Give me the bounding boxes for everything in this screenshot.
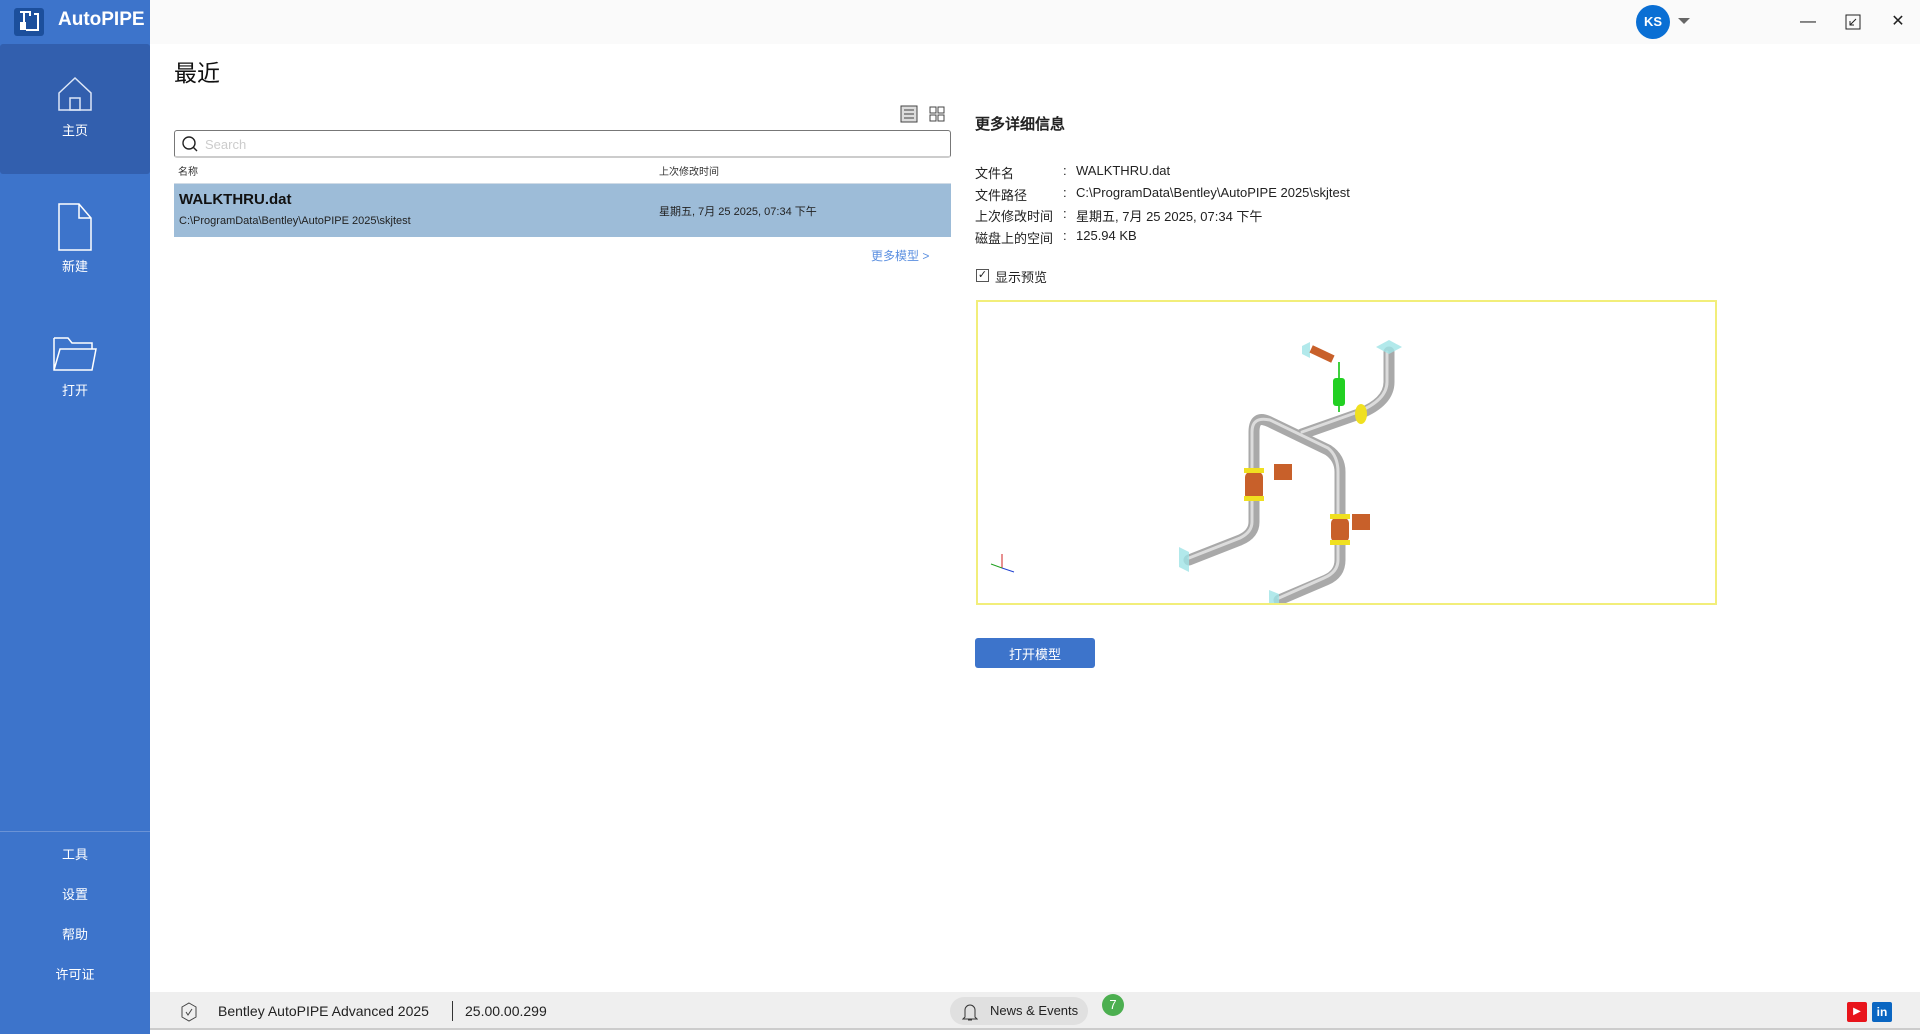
- sidebar-item-license[interactable]: 许可证: [0, 964, 150, 983]
- detail-value: WALKTHRU.dat: [1076, 163, 1171, 178]
- news-events-label: News & Events: [990, 1003, 1079, 1018]
- axis-triad-icon: [990, 554, 1015, 573]
- more-models-link[interactable]: 更多模型 >: [871, 247, 929, 264]
- sidebar-item-label: 主页: [61, 123, 88, 138]
- details-title: 更多详细信息: [975, 116, 1066, 133]
- page-title: 最近: [174, 60, 220, 86]
- file-name: WALKTHRU.dat: [179, 191, 292, 208]
- autopipe-logo-icon: [14, 8, 44, 36]
- list-view-button[interactable]: [900, 105, 918, 123]
- detail-key: 文件名: [975, 166, 1015, 181]
- search-icon: [182, 136, 198, 152]
- bell-icon: [962, 1004, 978, 1021]
- file-path: C:\ProgramData\Bentley\AutoPIPE 2025\skj…: [179, 215, 411, 227]
- sidebar-item-open[interactable]: 打开: [0, 304, 150, 434]
- sidebar-item-help[interactable]: 帮助: [0, 924, 150, 943]
- detail-key: 上次修改时间: [975, 209, 1054, 224]
- new-file-icon: [58, 203, 92, 251]
- detail-value: 125.94 KB: [1076, 228, 1137, 243]
- column-header-modified[interactable]: 上次修改时间: [659, 163, 719, 178]
- user-avatar[interactable]: KS: [1636, 5, 1670, 39]
- detail-key: 文件路径: [975, 188, 1028, 203]
- status-bar: Bentley AutoPIPE Advanced 2025 25.00.00.…: [150, 992, 1920, 1030]
- sidebar-item-settings[interactable]: 设置: [0, 884, 150, 903]
- news-events-button[interactable]: News & Events: [950, 997, 1088, 1025]
- user-menu-chevron-down-icon[interactable]: [1678, 18, 1690, 24]
- sidebar-item-new[interactable]: 新建: [0, 174, 150, 304]
- detail-value: C:\ProgramData\Bentley\AutoPIPE 2025\skj…: [1076, 185, 1350, 200]
- detail-separator: :: [1063, 163, 1067, 178]
- sidebar-divider: [0, 831, 150, 832]
- restore-icon: [1845, 14, 1861, 30]
- sidebar-item-label: 打开: [61, 383, 88, 398]
- restore-button[interactable]: [1841, 10, 1865, 34]
- detail-separator: :: [1063, 228, 1067, 243]
- home-icon: [58, 76, 92, 111]
- table-row[interactable]: WALKTHRU.dat C:\ProgramData\Bentley\Auto…: [174, 183, 951, 237]
- sidebar: AutoPIPE 主页 新建 打开 工具 设置 帮助 许可证: [0, 0, 150, 1034]
- model-preview: [976, 300, 1717, 606]
- open-model-button[interactable]: 打开模型: [975, 638, 1095, 668]
- minimize-button[interactable]: —: [1796, 10, 1820, 34]
- show-preview-checkbox[interactable]: ✓: [976, 269, 989, 282]
- detail-separator: :: [1063, 206, 1067, 221]
- sidebar-item-home[interactable]: 主页: [0, 44, 150, 174]
- product-version: 25.00.00.299: [465, 1003, 547, 1019]
- linkedin-icon[interactable]: in: [1872, 1002, 1892, 1022]
- list-view-icon: [900, 105, 918, 123]
- pipe-model-image: [990, 340, 1402, 606]
- detail-value: 星期五, 7月 25 2025, 07:34 下午: [1076, 209, 1263, 224]
- detail-key: 磁盘上的空间: [975, 231, 1054, 246]
- column-header-name[interactable]: 名称: [178, 163, 198, 178]
- search-box: [174, 130, 951, 158]
- grid-view-icon: [929, 106, 945, 122]
- grid-view-button[interactable]: [928, 105, 946, 123]
- youtube-icon[interactable]: ▶: [1847, 1002, 1867, 1022]
- product-name: Bentley AutoPIPE Advanced 2025: [218, 1003, 429, 1019]
- close-button[interactable]: ✕: [1886, 10, 1910, 34]
- file-modified: 星期五, 7月 25 2025, 07:34 下午: [659, 206, 817, 218]
- app-title: AutoPIPE: [58, 9, 145, 30]
- sidebar-item-label: 新建: [61, 259, 88, 274]
- folder-icon: [53, 337, 97, 371]
- search-input[interactable]: [205, 135, 925, 153]
- verified-shield-icon: [181, 1002, 197, 1022]
- detail-separator: :: [1063, 185, 1067, 200]
- show-preview-label[interactable]: 显示预览: [995, 267, 1047, 286]
- news-count-badge: 7: [1102, 994, 1124, 1016]
- sidebar-item-tools[interactable]: 工具: [0, 844, 150, 863]
- status-divider: [452, 1001, 453, 1021]
